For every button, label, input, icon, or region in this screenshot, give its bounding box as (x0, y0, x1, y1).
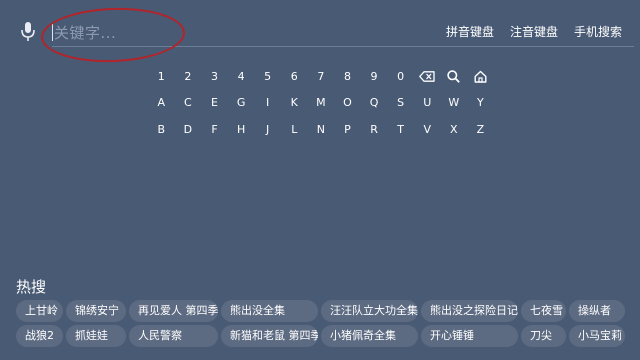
hot-search-chip[interactable]: 七夜雪 (521, 300, 566, 322)
key-h[interactable]: H (228, 119, 255, 139)
key-u[interactable]: U (414, 93, 441, 113)
keyboard-row-letters-2: B D F H J L N P R T V X Z (148, 119, 494, 146)
key-o[interactable]: O (334, 93, 361, 113)
key-m[interactable]: M (308, 93, 335, 113)
key-f[interactable]: F (201, 119, 228, 139)
hot-search-chip[interactable]: 小猪佩奇全集 (321, 325, 418, 347)
hot-search-row: 战狼2 抓娃娃 人民警察 新猫和老鼠 第四季 小猪佩奇全集 开心锤锤 刀尖 小马… (16, 325, 640, 347)
hot-search-chip[interactable]: 熊出没全集 (221, 300, 318, 322)
key-4[interactable]: 4 (228, 66, 255, 86)
key-0[interactable]: 0 (387, 66, 414, 86)
home-key[interactable] (467, 66, 494, 86)
key-r[interactable]: R (361, 119, 388, 139)
search-bar: 关键字... 拼音键盘 注音键盘 手机搜索 (14, 16, 634, 48)
hot-search-chip[interactable]: 人民警察 (129, 325, 218, 347)
key-3[interactable]: 3 (201, 66, 228, 86)
key-y[interactable]: Y (467, 93, 494, 113)
key-6[interactable]: 6 (281, 66, 308, 86)
key-w[interactable]: W (441, 93, 468, 113)
key-k[interactable]: K (281, 93, 308, 113)
key-x[interactable]: X (441, 119, 468, 139)
key-8[interactable]: 8 (334, 66, 361, 86)
key-c[interactable]: C (175, 93, 202, 113)
key-p[interactable]: P (334, 119, 361, 139)
keyboard-row-digits: 1 2 3 4 5 6 7 8 9 0 (148, 66, 494, 93)
text-cursor (52, 23, 53, 41)
key-b[interactable]: B (148, 119, 175, 139)
key-v[interactable]: V (414, 119, 441, 139)
key-2[interactable]: 2 (175, 66, 202, 86)
key-i[interactable]: I (254, 93, 281, 113)
backspace-key[interactable] (414, 66, 441, 86)
hot-search-chip[interactable]: 战狼2 (16, 325, 63, 347)
input-mode-links: 拼音键盘 注音键盘 手机搜索 (446, 23, 622, 40)
key-n[interactable]: N (308, 119, 335, 139)
hot-search-chip[interactable]: 开心锤锤 (421, 325, 518, 347)
keyboard-row-letters-1: A C E G I K M O Q S U W Y (148, 93, 494, 120)
key-5[interactable]: 5 (254, 66, 281, 86)
key-z[interactable]: Z (467, 119, 494, 139)
hot-search-chip[interactable]: 锦绣安宁 (66, 300, 126, 322)
search-underline (52, 46, 634, 47)
hot-search-chip[interactable]: 抓娃娃 (66, 325, 126, 347)
hot-search-chip[interactable]: 汪汪队立大功全集 (321, 300, 418, 322)
hot-search-row: 上甘岭 锦绣安宁 再见爱人 第四季 熊出没全集 汪汪队立大功全集 熊出没之探险日… (16, 300, 640, 322)
hot-search-chip[interactable]: 熊出没之探险日记 (421, 300, 518, 322)
hot-search-chip[interactable]: 再见爱人 第四季 (129, 300, 218, 322)
hot-search-chip[interactable]: 小马宝莉 (569, 325, 625, 347)
pinyin-keyboard-link[interactable]: 拼音键盘 (446, 23, 494, 40)
search-key[interactable] (441, 66, 468, 86)
key-t[interactable]: T (387, 119, 414, 139)
hot-search-chip[interactable]: 操纵者 (569, 300, 625, 322)
hot-search-chip[interactable]: 上甘岭 (16, 300, 63, 322)
zhuyin-keyboard-link[interactable]: 注音键盘 (510, 23, 558, 40)
letter-keyboard: 1 2 3 4 5 6 7 8 9 0 A C E G I K M O Q S … (148, 66, 494, 146)
key-1[interactable]: 1 (148, 66, 175, 86)
key-7[interactable]: 7 (308, 66, 335, 86)
key-d[interactable]: D (175, 119, 202, 139)
key-g[interactable]: G (228, 93, 255, 113)
backspace-icon (419, 70, 435, 82)
home-icon (474, 70, 487, 83)
hot-search-list: 上甘岭 锦绣安宁 再见爱人 第四季 熊出没全集 汪汪队立大功全集 熊出没之探险日… (16, 300, 640, 350)
key-l[interactable]: L (281, 119, 308, 139)
hot-search-chip[interactable]: 刀尖 (521, 325, 566, 347)
key-e[interactable]: E (201, 93, 228, 113)
key-9[interactable]: 9 (361, 66, 388, 86)
key-j[interactable]: J (254, 119, 281, 139)
search-input[interactable]: 关键字... (52, 16, 442, 48)
search-icon (447, 69, 461, 83)
hot-search-title: 热搜 (16, 278, 47, 296)
key-q[interactable]: Q (361, 93, 388, 113)
hot-search-chip[interactable]: 新猫和老鼠 第四季 (221, 325, 318, 347)
key-s[interactable]: S (387, 93, 414, 113)
key-a[interactable]: A (148, 93, 175, 113)
microphone-icon[interactable] (18, 20, 38, 44)
phone-search-link[interactable]: 手机搜索 (574, 23, 622, 40)
search-placeholder: 关键字... (54, 23, 117, 42)
